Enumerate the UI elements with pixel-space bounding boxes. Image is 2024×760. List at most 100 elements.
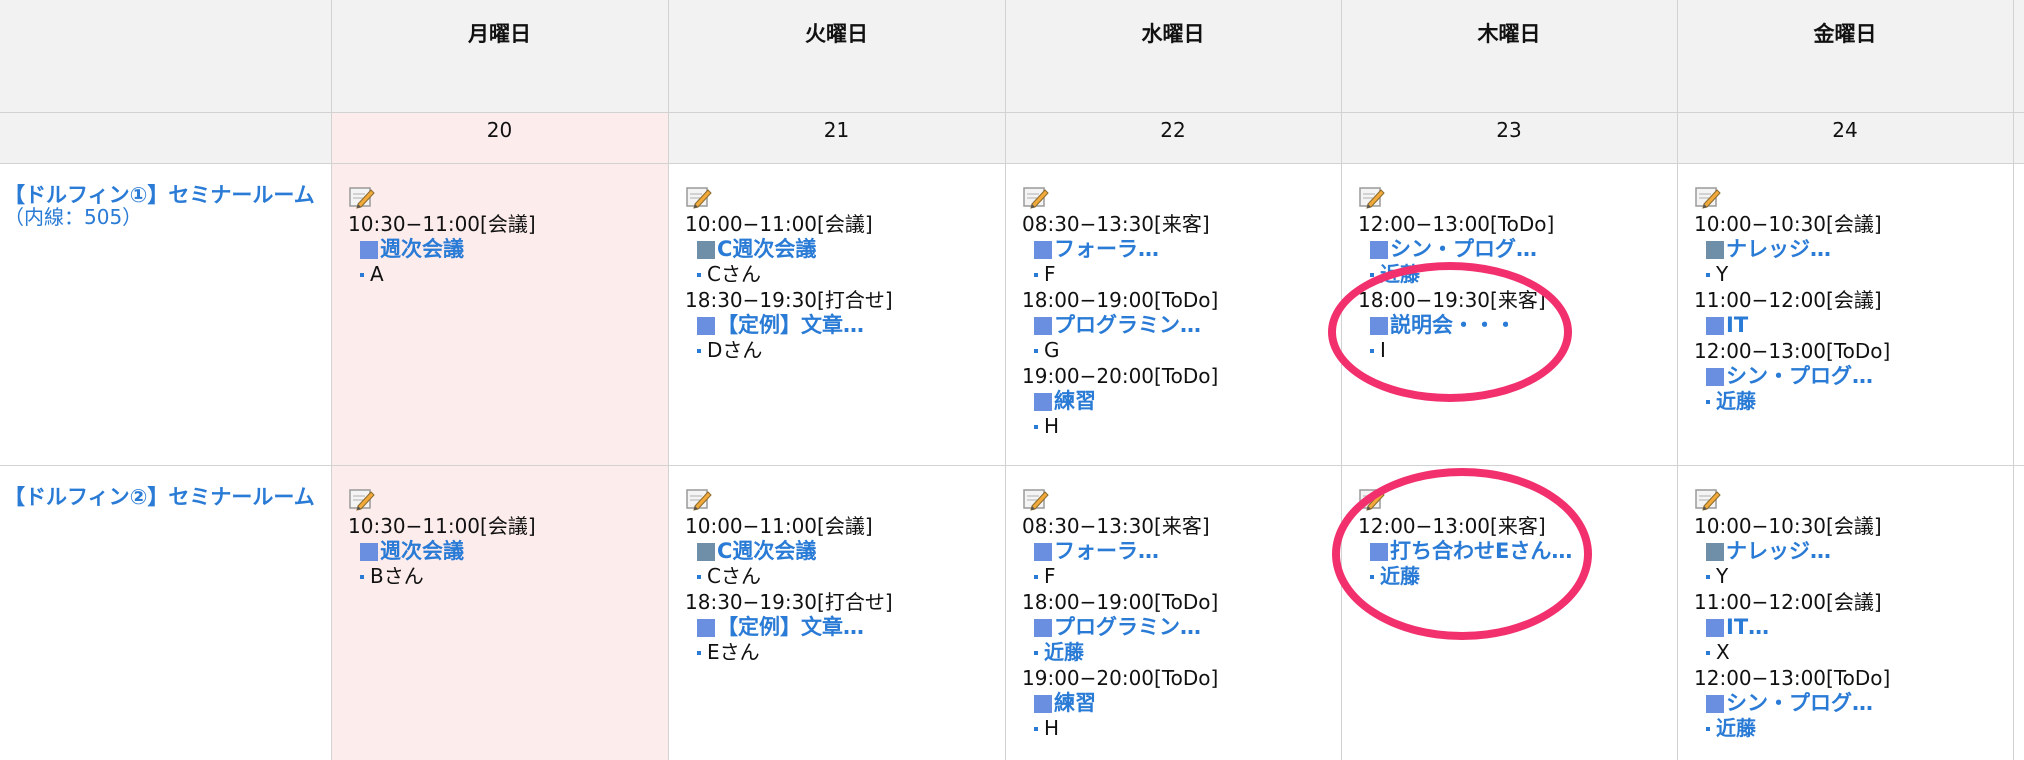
memo-pencil-icon[interactable] — [1022, 486, 1050, 512]
event-item: 12:00−13:00[来客] 打ち合わせEさん… 近藤 — [1358, 514, 1684, 589]
event-title-link[interactable]: C週次会議 — [685, 237, 1011, 262]
event-category-square-icon — [360, 542, 378, 561]
memo-pencil-icon[interactable] — [1358, 486, 1386, 512]
event-time: 12:00−13:00[来客] — [1358, 514, 1546, 538]
room-link-dolphin-2[interactable]: 【ドルフィン②】セミナールーム — [4, 486, 324, 508]
event-time: 10:00−11:00[会議] — [685, 212, 873, 236]
event-title-link[interactable]: 【定例】文章… — [685, 313, 1011, 338]
memo-pencil-icon[interactable] — [1694, 486, 1722, 512]
event-title-link[interactable]: 週次会議 — [348, 539, 674, 564]
event-title-link[interactable]: プログラミン… — [1022, 313, 1348, 338]
event-category-square-icon — [1706, 316, 1724, 335]
event-title-link[interactable]: C週次会議 — [685, 539, 1011, 564]
event-time: 18:00−19:00[ToDo] — [1022, 288, 1219, 312]
participant-name: H — [1044, 414, 1060, 438]
participant-name: Eさん — [707, 640, 760, 664]
memo-pencil-icon[interactable] — [348, 486, 376, 512]
participant-name: H — [1044, 716, 1060, 740]
event-category-square-icon — [697, 618, 715, 637]
event-time: 19:00−20:00[ToDo] — [1022, 666, 1219, 690]
event-participant[interactable]: 近藤 — [1358, 564, 1684, 589]
event-title-label: 【定例】文章… — [717, 313, 864, 337]
bullet-icon — [1370, 348, 1374, 353]
event-category-square-icon — [1706, 618, 1724, 637]
event-title-label: IT — [1726, 313, 1749, 337]
schedule-cell: 10:30−11:00[会議] 週次会議 Bさん — [348, 486, 674, 589]
grid-row-line — [0, 163, 2024, 164]
event-category-square-icon — [1034, 392, 1052, 411]
event-title-link[interactable]: フォーラ… — [1022, 237, 1348, 262]
event-title-label: シン・プログ… — [1390, 237, 1537, 261]
memo-pencil-icon[interactable] — [1358, 184, 1386, 210]
grid-column-line — [668, 0, 669, 760]
event-title-label: ナレッジ… — [1726, 237, 1831, 261]
room-extension: （内線：505） — [4, 205, 143, 229]
event-time: 12:00−13:00[ToDo] — [1694, 666, 1891, 690]
event-title-link[interactable]: 練習 — [1022, 691, 1348, 716]
event-item: 18:00−19:00[ToDo] プログラミン… 近藤 — [1022, 590, 1348, 665]
bullet-icon — [1034, 272, 1038, 277]
memo-pencil-icon[interactable] — [685, 184, 713, 210]
event-title-link[interactable]: フォーラ… — [1022, 539, 1348, 564]
schedule-cell: 10:30−11:00[会議] 週次会議 A — [348, 184, 674, 287]
date-thu[interactable]: 23 — [1341, 118, 1677, 142]
event-title-link[interactable]: ナレッジ… — [1694, 539, 2020, 564]
bullet-icon — [1706, 726, 1710, 731]
memo-pencil-icon[interactable] — [1022, 184, 1050, 210]
event-title-link[interactable]: シン・プログ… — [1358, 237, 1684, 262]
grid-row-line — [0, 112, 2024, 113]
bullet-icon — [1706, 399, 1710, 404]
memo-pencil-icon[interactable] — [348, 184, 376, 210]
event-title-link[interactable]: 打ち合わせEさん… — [1358, 539, 1684, 564]
day-header-wed: 水曜日 — [1141, 22, 1205, 46]
event-time: 10:30−11:00[会議] — [348, 514, 536, 538]
event-title-link[interactable]: 【定例】文章… — [685, 615, 1011, 640]
participant-name: Y — [1716, 262, 1729, 286]
event-title-link[interactable]: ナレッジ… — [1694, 237, 2020, 262]
date-wed[interactable]: 22 — [1005, 118, 1341, 142]
event-item: 10:00−10:30[会議] ナレッジ… Y — [1694, 514, 2020, 589]
event-title-link[interactable]: 練習 — [1022, 389, 1348, 414]
event-participant: F — [1022, 564, 1348, 589]
event-time: 11:00−12:00[会議] — [1694, 590, 1882, 614]
room-link-dolphin-1[interactable]: 【ドルフィン①】セミナールーム （内線：505） — [4, 184, 324, 228]
event-title-link[interactable]: 週次会議 — [348, 237, 674, 262]
event-participant[interactable]: 近藤 — [1022, 640, 1348, 665]
participant-name: X — [1716, 640, 1730, 664]
event-title-link[interactable]: シン・プログ… — [1694, 364, 2020, 389]
bullet-icon — [1706, 650, 1710, 655]
bullet-icon — [1370, 574, 1374, 579]
event-title-link[interactable]: 説明会・・・ — [1358, 313, 1684, 338]
event-category-square-icon — [1034, 240, 1052, 259]
participant-name: 近藤 — [1380, 564, 1420, 588]
schedule-cell: 10:00−11:00[会議] C週次会議 Cさん 18:30−19:30[打合せ] 【… — [685, 486, 1011, 665]
schedule-cell: 10:00−11:00[会議] C週次会議 Cさん 18:30−19:30[打合せ] 【… — [685, 184, 1011, 363]
event-participant: Dさん — [685, 338, 1011, 363]
participant-name: 近藤 — [1716, 716, 1756, 740]
event-participant[interactable]: 近藤 — [1694, 716, 2020, 741]
event-title-link[interactable]: IT… — [1694, 615, 2020, 640]
memo-pencil-icon[interactable] — [1694, 184, 1722, 210]
event-participant[interactable]: 近藤 — [1358, 262, 1684, 287]
event-participant: X — [1694, 640, 2020, 665]
participant-name: Bさん — [370, 564, 424, 588]
date-fri[interactable]: 24 — [1677, 118, 2013, 142]
date-tue[interactable]: 21 — [668, 118, 1005, 142]
day-header-tue: 火曜日 — [805, 22, 868, 46]
event-time: 08:30−13:30[来客] — [1022, 514, 1210, 538]
bullet-icon — [697, 574, 701, 579]
event-title-label: 練習 — [1054, 691, 1096, 715]
memo-pencil-icon[interactable] — [685, 486, 713, 512]
date-mon[interactable]: 20 — [331, 118, 668, 142]
event-title-link[interactable]: シン・プログ… — [1694, 691, 2020, 716]
event-participant[interactable]: 近藤 — [1694, 389, 2020, 414]
event-category-square-icon — [1706, 240, 1724, 259]
event-item: 08:30−13:30[来客] フォーラ… F — [1022, 212, 1348, 287]
day-header-thu: 木曜日 — [1477, 22, 1541, 46]
participant-name: 近藤 — [1044, 640, 1084, 664]
event-title-link[interactable]: プログラミン… — [1022, 615, 1348, 640]
event-category-square-icon — [1034, 542, 1052, 561]
event-title-link[interactable]: IT — [1694, 313, 2020, 338]
participant-name: 近藤 — [1716, 389, 1756, 413]
event-title-label: シン・プログ… — [1726, 364, 1873, 388]
